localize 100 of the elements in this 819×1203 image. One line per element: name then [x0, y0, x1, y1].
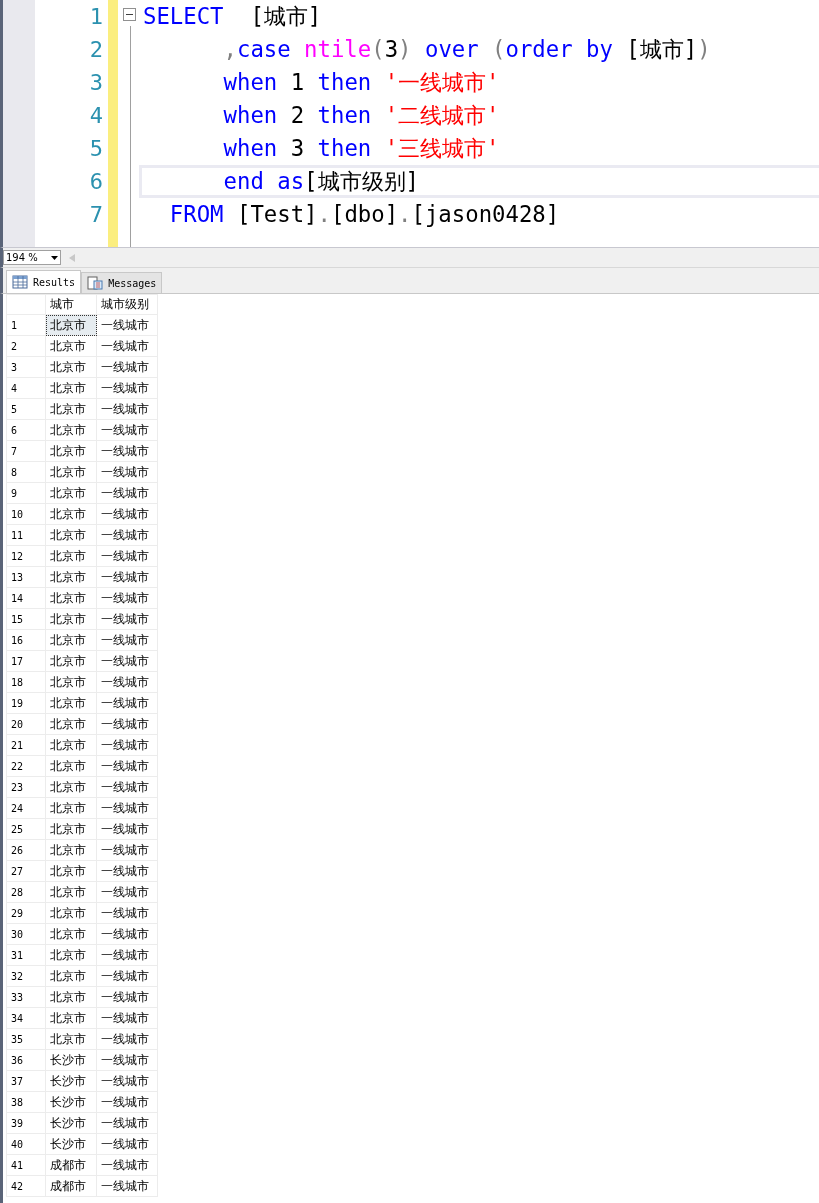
table-cell[interactable]: 一线城市 [96, 1028, 158, 1050]
table-cell[interactable]: 北京市 [45, 461, 97, 483]
row-number: 27 [6, 860, 46, 882]
table-cell[interactable]: 北京市 [45, 881, 97, 903]
table-cell[interactable]: 北京市 [45, 377, 97, 399]
table-cell[interactable]: 一线城市 [96, 923, 158, 945]
table-cell[interactable]: 长沙市 [45, 1112, 97, 1134]
results-tab[interactable]: Messages [81, 272, 163, 293]
row-number: 39 [6, 1112, 46, 1134]
table-cell[interactable]: 北京市 [45, 923, 97, 945]
table-cell[interactable]: 北京市 [45, 713, 97, 735]
table-cell[interactable]: 一线城市 [96, 1154, 158, 1176]
column-header[interactable]: 城市级别 [96, 294, 158, 315]
table-cell[interactable]: 北京市 [45, 419, 97, 441]
table-cell[interactable]: 北京市 [45, 860, 97, 882]
table-cell[interactable]: 北京市 [45, 482, 97, 504]
table-cell[interactable]: 一线城市 [96, 629, 158, 651]
table-cell[interactable]: 北京市 [45, 356, 97, 378]
row-number: 13 [6, 566, 46, 588]
table-cell[interactable]: 北京市 [45, 398, 97, 420]
table-cell[interactable]: 北京市 [45, 965, 97, 987]
table-cell[interactable]: 一线城市 [96, 692, 158, 714]
table-cell[interactable]: 北京市 [45, 944, 97, 966]
table-cell[interactable]: 一线城市 [96, 776, 158, 798]
table-cell[interactable]: 一线城市 [96, 314, 158, 336]
table-cell[interactable]: 一线城市 [96, 839, 158, 861]
table-cell[interactable]: 一线城市 [96, 545, 158, 567]
table-cell[interactable]: 成都市 [45, 1154, 97, 1176]
table-cell[interactable]: 一线城市 [96, 902, 158, 924]
table-cell[interactable]: 一线城市 [96, 1091, 158, 1113]
table-cell[interactable]: 一线城市 [96, 524, 158, 546]
table-cell[interactable]: 北京市 [45, 545, 97, 567]
table-cell[interactable]: 北京市 [45, 671, 97, 693]
table-cell[interactable]: 长沙市 [45, 1133, 97, 1155]
row-number: 9 [6, 482, 46, 504]
table-cell[interactable]: 一线城市 [96, 713, 158, 735]
table-cell[interactable]: 北京市 [45, 755, 97, 777]
table-cell[interactable]: 长沙市 [45, 1049, 97, 1071]
collapse-icon[interactable] [123, 8, 136, 21]
table-cell[interactable]: 北京市 [45, 734, 97, 756]
table-cell[interactable]: 一线城市 [96, 1175, 158, 1197]
row-number: 26 [6, 839, 46, 861]
row-number: 18 [6, 671, 46, 693]
table-cell[interactable]: 北京市 [45, 503, 97, 525]
table-cell[interactable]: 一线城市 [96, 1133, 158, 1155]
table-cell[interactable]: 一线城市 [96, 482, 158, 504]
table-cell[interactable]: 北京市 [45, 776, 97, 798]
table-cell[interactable]: 北京市 [45, 797, 97, 819]
table-cell[interactable]: 一线城市 [96, 881, 158, 903]
table-cell[interactable]: 北京市 [45, 566, 97, 588]
table-cell[interactable]: 一线城市 [96, 419, 158, 441]
table-cell[interactable]: 北京市 [45, 335, 97, 357]
table-cell[interactable]: 一线城市 [96, 944, 158, 966]
table-cell[interactable]: 北京市 [45, 1028, 97, 1050]
row-number: 22 [6, 755, 46, 777]
table-cell[interactable]: 一线城市 [96, 965, 158, 987]
table-cell[interactable]: 一线城市 [96, 860, 158, 882]
table-cell[interactable]: 一线城市 [96, 818, 158, 840]
table-cell[interactable]: 北京市 [45, 650, 97, 672]
table-cell[interactable]: 一线城市 [96, 1049, 158, 1071]
table-cell[interactable]: 一线城市 [96, 608, 158, 630]
table-cell[interactable]: 北京市 [45, 608, 97, 630]
table-cell[interactable]: 一线城市 [96, 335, 158, 357]
table-cell[interactable]: 一线城市 [96, 398, 158, 420]
table-cell[interactable]: 一线城市 [96, 440, 158, 462]
code-line: when 2 then '二线城市' [222, 101, 500, 129]
table-cell[interactable]: 一线城市 [96, 461, 158, 483]
table-cell[interactable]: 一线城市 [96, 587, 158, 609]
row-number: 25 [6, 818, 46, 840]
table-cell[interactable]: 北京市 [45, 629, 97, 651]
table-cell[interactable]: 一线城市 [96, 986, 158, 1008]
table-cell[interactable]: 北京市 [45, 986, 97, 1008]
table-cell[interactable]: 一线城市 [96, 797, 158, 819]
table-cell[interactable]: 成都市 [45, 1175, 97, 1197]
table-cell[interactable]: 一线城市 [96, 1007, 158, 1029]
row-number: 38 [6, 1091, 46, 1113]
table-cell[interactable]: 北京市 [45, 440, 97, 462]
table-cell[interactable]: 一线城市 [96, 356, 158, 378]
line-number: 6 [88, 168, 104, 196]
table-cell[interactable]: 北京市 [45, 818, 97, 840]
table-cell[interactable]: 一线城市 [96, 734, 158, 756]
results-tab[interactable]: Results [6, 270, 82, 293]
table-cell[interactable]: 一线城市 [96, 1112, 158, 1134]
table-cell[interactable]: 长沙市 [45, 1070, 97, 1092]
table-cell[interactable]: 一线城市 [96, 755, 158, 777]
table-cell[interactable]: 一线城市 [96, 503, 158, 525]
zoom-dropdown[interactable]: 194 % [3, 250, 61, 265]
column-header[interactable]: 城市 [45, 294, 97, 315]
table-cell[interactable]: 北京市 [45, 1007, 97, 1029]
table-cell[interactable]: 一线城市 [96, 377, 158, 399]
table-cell[interactable]: 北京市 [45, 692, 97, 714]
table-cell[interactable]: 北京市 [45, 524, 97, 546]
table-cell[interactable]: 北京市 [45, 839, 97, 861]
table-cell[interactable]: 一线城市 [96, 566, 158, 588]
table-cell[interactable]: 北京市 [45, 902, 97, 924]
table-cell[interactable]: 一线城市 [96, 671, 158, 693]
table-cell[interactable]: 一线城市 [96, 1070, 158, 1092]
table-cell[interactable]: 北京市 [45, 587, 97, 609]
table-cell[interactable]: 长沙市 [45, 1091, 97, 1113]
table-cell[interactable]: 一线城市 [96, 650, 158, 672]
